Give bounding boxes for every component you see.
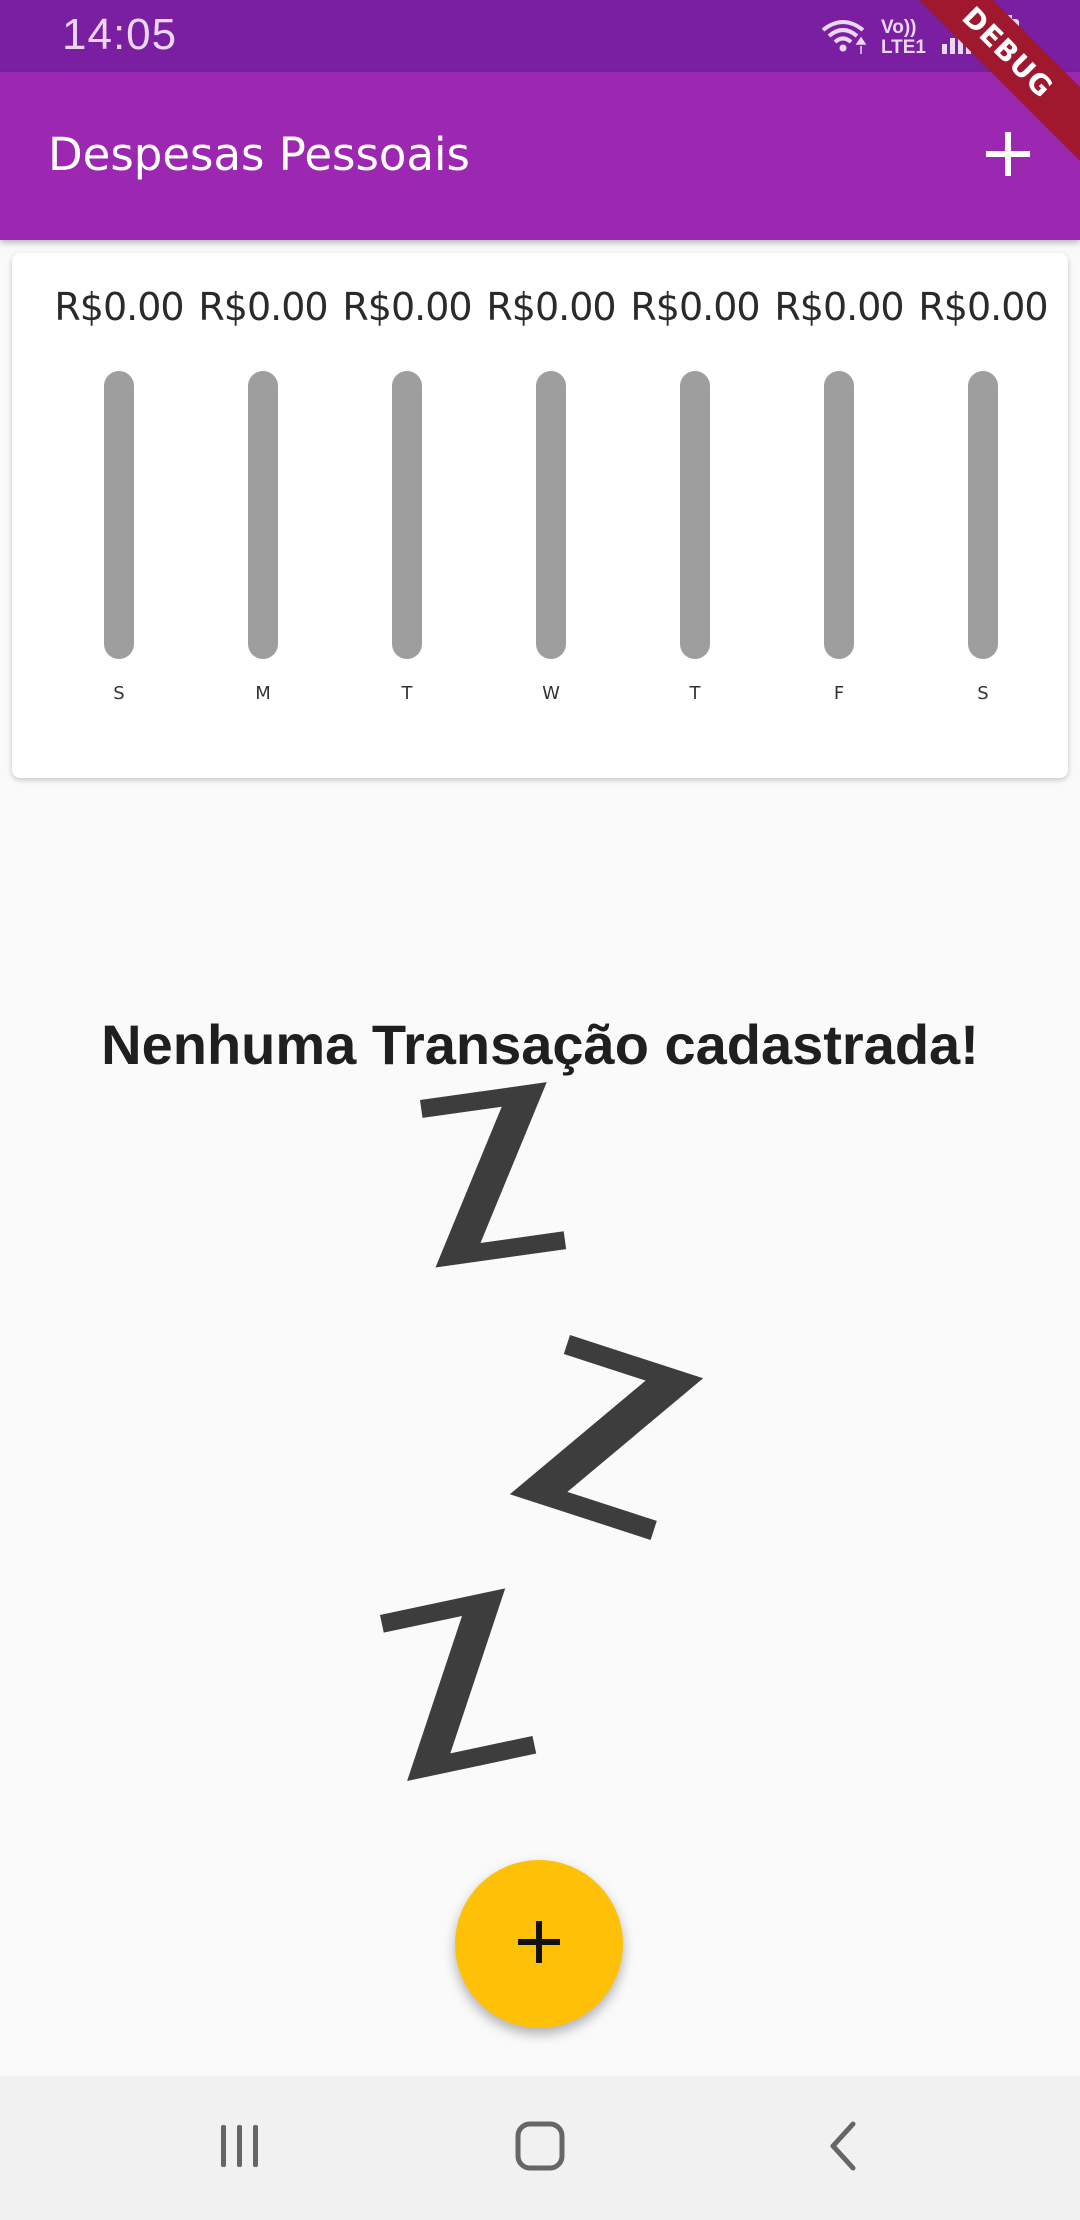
- chart-day-label: S: [113, 683, 125, 704]
- zzz-sleep-icon: [340, 1070, 740, 1870]
- page-title: Despesas Pessoais: [48, 128, 470, 181]
- plus-icon: [516, 1919, 562, 1969]
- chart-day-label: S: [977, 683, 989, 704]
- app-bar: Despesas Pessoais: [0, 72, 1080, 240]
- system-nav-bar: [0, 2076, 1080, 2220]
- plus-icon: [984, 130, 1032, 182]
- chart-bar: [104, 371, 134, 659]
- chart-bar: [824, 371, 854, 659]
- chart-column: R$0.00 M: [191, 253, 335, 778]
- chart-column: R$0.00 S: [911, 253, 1055, 778]
- empty-state-message: Nenhuma Transação cadastrada!: [101, 1013, 979, 1076]
- status-bar: 14:05 Vo)) LTE1: [0, 0, 1080, 72]
- chart-day-label: W: [542, 683, 560, 704]
- chart-column: R$0.00 T: [335, 253, 479, 778]
- chart-value-label: R$0.00: [918, 285, 1048, 329]
- floating-add-button[interactable]: [455, 1860, 623, 2028]
- back-icon: [823, 2120, 863, 2176]
- chart-day-label: F: [833, 683, 845, 704]
- wifi-icon: [819, 16, 867, 60]
- home-icon: [514, 2120, 566, 2176]
- home-button[interactable]: [500, 2112, 580, 2184]
- chart-bar: [536, 371, 566, 659]
- add-transaction-button[interactable]: [966, 114, 1050, 198]
- chart-day-label: T: [401, 683, 413, 704]
- chart-bar: [392, 371, 422, 659]
- app-screen: 14:05 Vo)) LTE1 DEBUG Despesas Pessoais …: [0, 0, 1080, 2220]
- recent-apps-icon: [215, 2121, 265, 2175]
- chart-day-label: M: [255, 683, 271, 704]
- chart-bar: [680, 371, 710, 659]
- recent-apps-button[interactable]: [200, 2112, 280, 2184]
- network-label: Vo)) LTE1: [881, 18, 926, 58]
- chart-column: R$0.00 S: [47, 253, 191, 778]
- chart-column: R$0.00 T: [623, 253, 767, 778]
- weekly-chart-card: R$0.00 S R$0.00 M R$0.00 T R$0.00 W R$0.00 T R$0.0…: [12, 253, 1068, 778]
- network-label-text: Vo)) LTE1: [880, 17, 926, 58]
- chart-day-label: T: [689, 683, 701, 704]
- status-time: 14:05: [62, 10, 178, 59]
- back-button[interactable]: [803, 2112, 883, 2184]
- chart-bar: [248, 371, 278, 659]
- chart-column: R$0.00 F: [767, 253, 911, 778]
- chart-bar: [968, 371, 998, 659]
- chart-column: R$0.00 W: [479, 253, 623, 778]
